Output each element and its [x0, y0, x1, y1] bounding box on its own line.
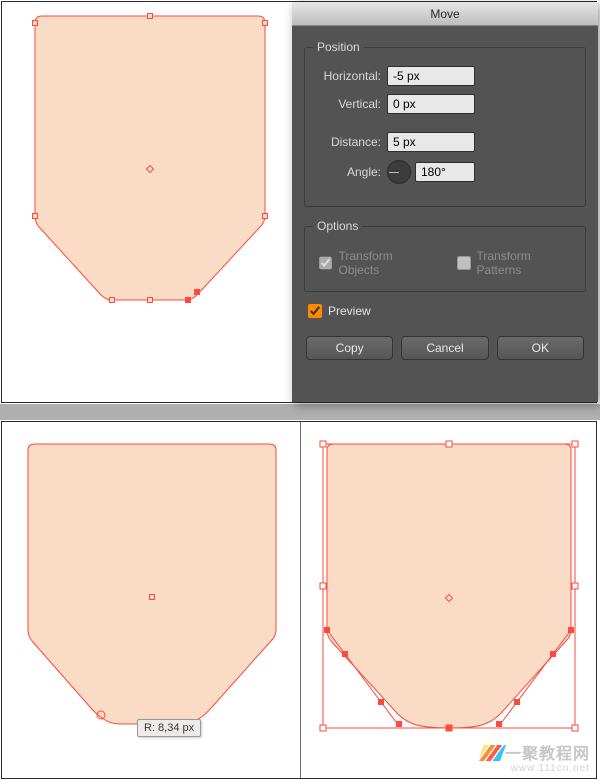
ok-button[interactable]: OK	[497, 336, 584, 360]
separator-bar	[0, 404, 600, 420]
bbox-handle[interactable]	[320, 441, 327, 448]
figure-bottom: R: 8,34 px 一聚教程网	[1, 421, 597, 779]
chk-preview-label: Preview	[328, 304, 371, 318]
bbox-handle[interactable]	[572, 441, 579, 448]
anchor[interactable]	[342, 651, 348, 657]
watermark-stripes-icon	[478, 745, 506, 761]
row-angle: Angle:	[315, 160, 575, 184]
anchor[interactable]	[32, 20, 38, 26]
anchor-selected[interactable]	[185, 297, 191, 303]
input-angle[interactable]	[415, 162, 475, 182]
chk-preview-box[interactable]	[308, 304, 322, 318]
watermark-brand: 一聚教程网	[505, 746, 590, 763]
group-position: Position Horizontal: Vertical: Distance:…	[304, 40, 586, 207]
radius-tooltip: R: 8,34 px	[137, 719, 201, 737]
copy-button[interactable]: Copy	[306, 336, 393, 360]
chk-preview[interactable]: Preview	[308, 304, 586, 318]
anchor[interactable]	[514, 699, 520, 705]
group-options-legend: Options	[313, 219, 362, 233]
bbox-handle[interactable]	[320, 725, 327, 732]
watermark-url: www.111cn.net	[481, 764, 590, 775]
row-horizontal: Horizontal:	[315, 66, 575, 86]
dialog-body: Position Horizontal: Vertical: Distance:…	[292, 26, 598, 372]
move-dialog: Move Position Horizontal: Vertical: Dist…	[292, 2, 598, 402]
canvas-bottom-left: R: 8,34 px	[2, 422, 298, 778]
watermark: 一聚教程网 www.111cn.net	[481, 745, 590, 774]
canvas-top-shape	[2, 2, 289, 402]
input-distance[interactable]	[387, 132, 475, 152]
chk-transform-objects-label: Transform Objects	[338, 249, 433, 277]
dialog-buttons: Copy Cancel OK	[304, 336, 586, 360]
group-options: Options Transform Objects Transform Patt…	[304, 219, 586, 292]
anchor[interactable]	[550, 651, 556, 657]
group-position-legend: Position	[313, 40, 364, 54]
anchor[interactable]	[147, 297, 153, 303]
anchor[interactable]	[147, 13, 153, 19]
anchor[interactable]	[262, 20, 268, 26]
anchor[interactable]	[262, 213, 268, 219]
angle-dial-icon[interactable]	[387, 160, 411, 184]
anchor[interactable]	[396, 721, 402, 727]
label-distance: Distance:	[315, 135, 381, 149]
chk-transform-patterns[interactable]: Transform Patterns	[457, 249, 575, 277]
anchor[interactable]	[446, 725, 452, 731]
shield-shape-1[interactable]	[2, 2, 289, 402]
chk-transform-objects-box[interactable]	[319, 256, 332, 270]
dialog-title-text: Move	[430, 7, 459, 21]
input-horizontal[interactable]	[387, 66, 475, 86]
cancel-button[interactable]: Cancel	[401, 336, 488, 360]
label-vertical: Vertical:	[315, 97, 381, 111]
anchor[interactable]	[378, 699, 384, 705]
label-angle: Angle:	[315, 165, 381, 179]
anchor[interactable]	[496, 721, 502, 727]
bbox-handle[interactable]	[320, 583, 327, 590]
anchor[interactable]	[568, 627, 574, 633]
options-row: Transform Objects Transform Patterns	[315, 245, 575, 281]
bbox-handle[interactable]	[446, 441, 453, 448]
label-horizontal: Horizontal:	[315, 69, 381, 83]
bbox-handle[interactable]	[572, 583, 579, 590]
row-distance: Distance:	[315, 132, 575, 152]
corner-radius-handle[interactable]	[97, 711, 106, 720]
bbox-handle[interactable]	[572, 725, 579, 732]
anchor[interactable]	[32, 213, 38, 219]
input-vertical[interactable]	[387, 94, 475, 114]
chk-transform-patterns-label: Transform Patterns	[477, 249, 575, 277]
center-x-mark[interactable]	[149, 594, 155, 600]
dialog-titlebar[interactable]: Move	[292, 2, 598, 26]
figure-top: Move Position Horizontal: Vertical: Dist…	[1, 1, 597, 403]
chk-transform-patterns-box[interactable]	[457, 256, 470, 270]
anchor[interactable]	[109, 297, 115, 303]
row-vertical: Vertical:	[315, 94, 575, 114]
canvas-bottom-right: 一聚教程网 www.111cn.net	[300, 422, 596, 778]
anchor-selected[interactable]	[194, 289, 200, 295]
chk-transform-objects[interactable]: Transform Objects	[319, 249, 433, 277]
anchor[interactable]	[324, 627, 330, 633]
